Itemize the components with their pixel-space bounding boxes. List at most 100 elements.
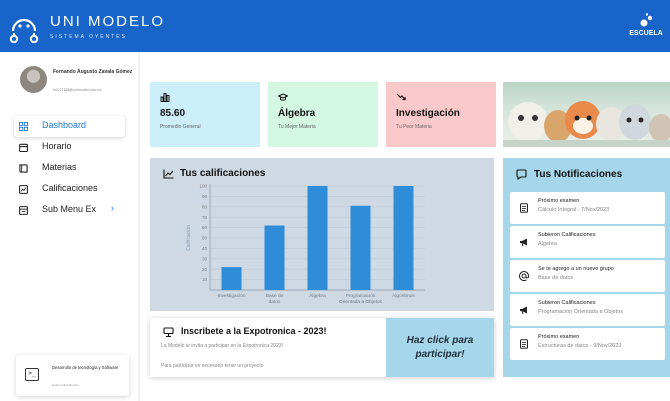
y-tick-label: 80 [202,204,208,209]
brand-name: UNI MODELO [50,13,166,30]
plush-toys-image [503,82,670,147]
x-tick-label: datos [269,299,281,305]
chat-bubble-icon [516,169,527,180]
expo-title: Inscribete a la Expotronica - 2023! [181,326,327,336]
grades-bar-chart: 10 20 30 40 50 60 70 80 90 100 Calificación Investi… [186,184,425,305]
notification-body: Algebra [538,241,557,247]
school-name: ESCUELA [629,30,663,37]
graduation-cap-icon [278,93,288,101]
sidebar-item-label: Dashboard [42,120,87,130]
notifications-panel: Tus Notificaciones Próximo examen Cálcul… [503,158,670,377]
chevron-right-icon[interactable]: › [111,203,114,213]
plush-toys-illustration [503,101,670,147]
trending-down-icon [396,93,406,101]
notification-item[interactable]: Subieron Calificaciones Algebra [510,226,665,258]
school-logo-icon [640,13,653,27]
notification-head: Se te agrego a un nuevo grupo [538,266,614,272]
bar[interactable] [350,205,371,290]
notification-body: Programación Orientada a Objetos [538,309,623,315]
megaphone-icon [520,306,527,315]
stat-card-average[interactable]: 85.60 Promedio General [150,82,260,147]
notification-head: Subieron Calificaciones [538,232,596,238]
avatar[interactable] [20,66,47,93]
stat-card-best-subject[interactable]: Álgebra Tu Mejor Materia [268,82,378,147]
document-icon [520,203,528,213]
notifications-title: Tus Notificaciones [534,169,623,180]
y-tick-label: 100 [199,184,207,189]
participate-button[interactable]: Haz click para participar! [386,318,494,377]
grades-icon [19,185,28,194]
y-tick-label: 20 [202,267,208,272]
notification-body: Estructuras de datos - 9/Nov/2023 [538,343,622,349]
notification-body: Base de datos [538,275,574,281]
terminal-icon: >_ [25,368,39,381]
megaphone-icon [520,238,527,247]
y-tick-label: 40 [202,246,208,251]
book-icon [19,164,28,173]
user-email: fe2271836@unimodelo.edu.mx [53,88,102,92]
expo-description: La Modelo te invita a participar en la E… [161,343,284,349]
stat-label: Tu Peor Materia [396,124,432,130]
user-name: Fernando Augusto Zavala Gómez [53,69,133,75]
sidebar-item-label: Calificaciones [42,183,98,193]
bar[interactable] [307,186,328,290]
x-tick-label: Orientada a Objetos [339,299,383,305]
y-tick-label: 90 [202,194,208,199]
stat-label: Tu Mejor Materia [278,124,316,130]
bar[interactable] [264,225,285,290]
x-tick-label: Algoritmos [392,293,415,299]
notification-head: Próximo examen [538,198,580,204]
y-tick-label: 50 [202,236,208,241]
x-tick-label: Programación [346,293,376,299]
stat-card-worst-subject[interactable]: Investigación Tu Peor Materia [386,82,496,147]
notification-item[interactable]: Próximo examen Estructuras de datos - 9/… [510,328,665,360]
grid-icon [19,122,28,131]
x-tick-label: Investigación [218,293,246,299]
expotronica-card: Inscribete a la Expotronica - 2023! La M… [150,318,494,377]
sidebar-item-label: Materias [42,162,77,172]
submenu-icon [19,206,28,215]
y-tick-label: 70 [202,215,208,220]
at-sign-icon [519,271,529,281]
document-icon [520,339,528,349]
sidebar-item-dashboard[interactable]: Dashboard [14,116,125,137]
sidebar-item-label: Sub Menu Ex [42,204,97,214]
stat-value: Álgebra [278,108,316,119]
sidebar-item-calificaciones[interactable]: Calificaciones [14,179,125,200]
notification-item[interactable]: Próximo examen Cálculo Integral - 7/Nov/… [510,192,665,224]
stat-value: 85.60 [160,108,186,119]
stat-value: Investigación [396,108,460,119]
bar[interactable] [393,186,414,290]
notification-item[interactable]: Se te agrego a un nuevo grupo Base de da… [510,260,665,292]
brand-subtitle: SISTEMA OYENTES [50,34,127,40]
school-logo[interactable]: ESCUELA [626,12,666,46]
bar-chart-icon [160,93,170,102]
sidebar-item-submenu[interactable]: Sub Menu Ex › [14,200,125,221]
notification-head: Subieron Calificaciones [538,300,596,306]
expo-requirement: Para participar es necesario tener un pr… [161,363,264,369]
y-tick-label: 10 [202,277,208,282]
notification-item[interactable]: Subieron Calificaciones Programación Ori… [510,294,665,326]
program-card[interactable]: >_ Desarrollo de tecnología y Software U… [16,355,129,396]
bar[interactable] [221,267,242,290]
sidebar-item-horario[interactable]: Horario [14,137,125,158]
sidebar-item-label: Horario [42,141,72,151]
notification-head: Próximo examen [538,334,580,340]
stat-label: Promedio General [160,124,201,130]
x-tick-label: Base de [266,293,284,299]
y-tick-label: 60 [202,225,208,230]
presentation-icon [163,327,174,337]
calendar-icon [19,143,28,152]
program-subtitle: Universidad Modelo [52,383,79,387]
grades-chart-panel: Tus calificaciones 10 20 30 40 50 60 70 80 90 100… [150,158,494,311]
x-tick-label: Álgebra [309,292,326,299]
sidebar: Fernando Augusto Zavala Gómez fe2271836@… [0,52,140,401]
program-title: Desarrollo de tecnología y Software [52,365,119,370]
sidebar-item-materias[interactable]: Materias [14,158,125,179]
sidebar-nav: Dashboard Horario Materias Calificacione… [14,116,126,221]
participate-button-line2: participar! [415,348,465,360]
robot-logo-icon[interactable] [7,11,41,45]
y-axis-label: Calificación [186,225,192,251]
notification-body: Cálculo Integral - 7/Nov/2023 [538,207,610,213]
participate-button-line1: Haz click para [406,334,474,346]
